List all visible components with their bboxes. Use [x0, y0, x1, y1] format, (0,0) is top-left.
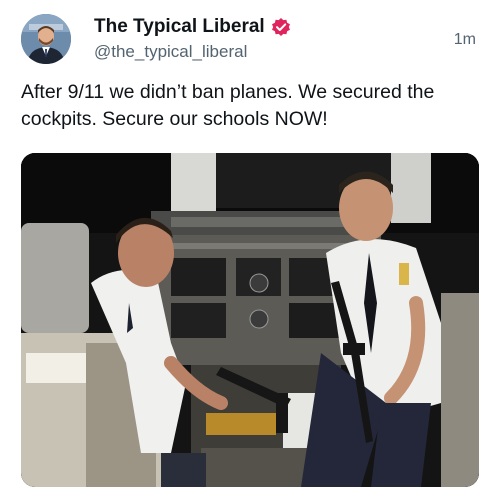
- cockpit-photo: [21, 153, 479, 487]
- author-handle[interactable]: @the_typical_liberal: [94, 42, 247, 62]
- avatar-man-suit-icon: [21, 14, 71, 64]
- author-display-name[interactable]: The Typical Liberal: [94, 16, 265, 38]
- verified-badge-icon: [271, 17, 291, 37]
- post-timestamp[interactable]: 1m: [454, 31, 476, 49]
- tweet-card[interactable]: The Typical Liberal @the_typical_liberal…: [0, 0, 500, 494]
- post-text: After 9/11 we didn’t ban planes. We secu…: [21, 81, 435, 130]
- author-avatar[interactable]: [21, 14, 71, 64]
- post-media-photo[interactable]: [21, 153, 479, 487]
